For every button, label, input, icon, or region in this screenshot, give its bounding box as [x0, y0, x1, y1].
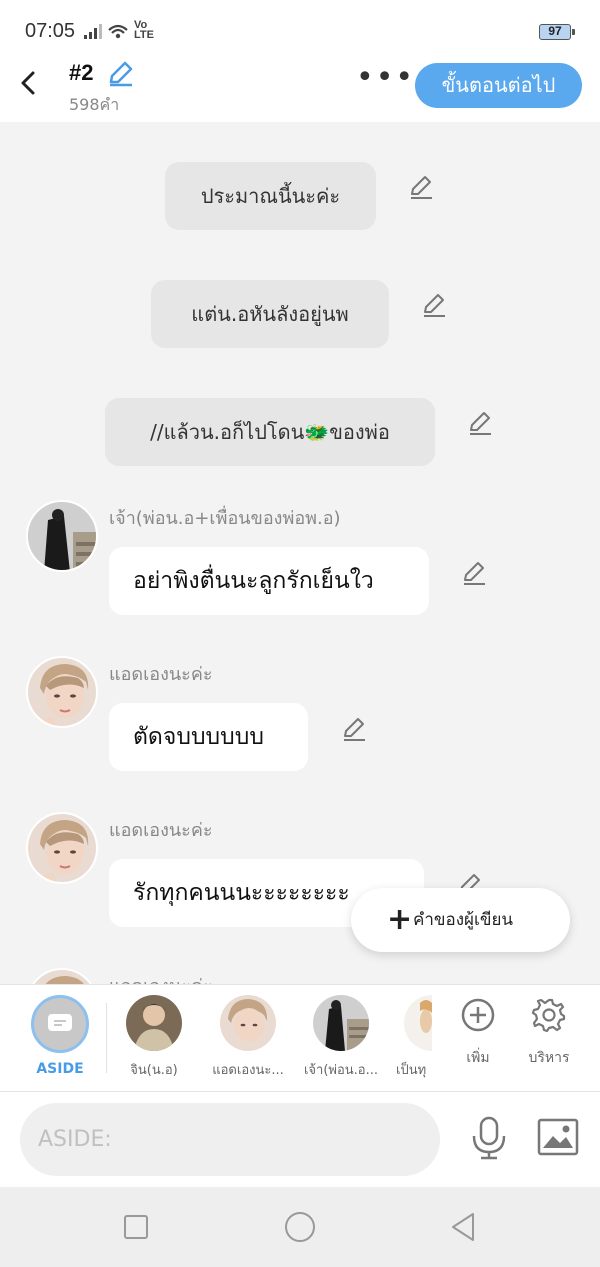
- character-avatar: [404, 995, 432, 1051]
- avatar-image: [28, 970, 96, 984]
- speaker-name: แอดเองนะค่ะ: [109, 820, 213, 841]
- add-character-button[interactable]: เพิ่ม: [443, 997, 513, 1069]
- battery-icon: 97: [539, 24, 575, 40]
- back-triangle-icon[interactable]: [449, 1212, 477, 1242]
- edit-pencil-icon[interactable]: [407, 173, 435, 201]
- avatar[interactable]: [26, 656, 98, 728]
- home-icon[interactable]: [284, 1211, 316, 1243]
- chapter-title: #2: [69, 60, 94, 85]
- character-avatar: [126, 995, 182, 1051]
- signal-icon: [84, 24, 128, 39]
- input-bar: [0, 1092, 600, 1187]
- edit-title-pencil-icon[interactable]: [106, 58, 136, 88]
- aside-avatar: [31, 995, 89, 1053]
- narration-bubble[interactable]: ประมาณนี้นะค่ะ: [165, 162, 376, 230]
- add-label: เพิ่ม: [466, 1050, 490, 1066]
- avatar[interactable]: [26, 812, 98, 884]
- narration-text: แต่น.อหันลังอยู่นพ: [191, 302, 349, 326]
- manage-characters-button[interactable]: บริหาร: [514, 997, 584, 1069]
- manage-label: บริหาร: [528, 1050, 570, 1066]
- message-bubble[interactable]: ตัดจบบบบบบ: [109, 703, 308, 771]
- character-chip[interactable]: จิน(น.อ): [109, 995, 199, 1080]
- author-note-label: คำของผู้เขียน: [413, 910, 514, 930]
- microphone-icon[interactable]: [469, 1114, 509, 1162]
- avatar-image: [28, 658, 96, 726]
- recent-apps-icon[interactable]: [123, 1214, 149, 1240]
- character-avatar: [220, 995, 276, 1051]
- character-chip[interactable]: เป็นทุ: [390, 995, 432, 1080]
- edit-pencil-icon[interactable]: [460, 559, 488, 587]
- back-arrow-icon[interactable]: [14, 68, 44, 98]
- image-icon[interactable]: [537, 1118, 579, 1156]
- avatar-image: [28, 502, 96, 570]
- message-text: อย่าพิงตื่นนะลูกรักเย็นใว: [133, 568, 374, 594]
- chat-bubble-icon: [48, 1014, 72, 1031]
- next-step-button[interactable]: ขั้นตอนต่อไป: [415, 63, 582, 108]
- word-count: 598คำ: [69, 95, 120, 114]
- message-text: รักทุกคนนนะะะะะะะะ: [133, 880, 350, 906]
- speaker-name: เจ้า(พ่อน.อ+เพื่อนของพ่อพ.อ): [109, 508, 341, 529]
- character-label: จิน(น.อ): [130, 1063, 178, 1078]
- narration-bubble[interactable]: //แล้วน.อก็ไปโดน🐲ของพ่อ: [105, 398, 435, 466]
- divider: [106, 1003, 107, 1073]
- volte-indicator: Vo LTE: [134, 19, 154, 41]
- character-chip[interactable]: แอดเองนะ...: [203, 995, 293, 1080]
- message-bubble[interactable]: อย่าพิงตื่นนะลูกรักเย็นใว: [109, 547, 429, 615]
- message-text: ตัดจบบบบบบ: [133, 724, 264, 750]
- speaker-name: แอดเองนะค่ะ: [109, 664, 213, 685]
- character-chip[interactable]: เจ้า(พ่อน.อ...: [296, 995, 386, 1080]
- avatar[interactable]: [26, 968, 98, 984]
- more-options-icon[interactable]: •••: [356, 63, 415, 93]
- status-time: 07:05: [25, 20, 76, 42]
- character-aside[interactable]: ASIDE: [15, 995, 105, 1077]
- edit-pencil-icon[interactable]: [340, 715, 368, 743]
- character-bar: ASIDE จิน(น.อ) แอดเองนะ... เจ้า(พ่อน.อ..…: [0, 984, 600, 1092]
- character-label: เจ้า(พ่อน.อ...: [303, 1063, 379, 1078]
- character-avatar: [313, 995, 369, 1051]
- message-input[interactable]: [20, 1103, 440, 1176]
- status-bar: 07:05 Vo LTE 97: [0, 0, 600, 60]
- narration-text: //แล้วน.อก็ไปโดน🐲ของพ่อ: [150, 420, 390, 444]
- author-note-button[interactable]: + คำของผู้เขียน: [351, 888, 570, 952]
- narration-bubble[interactable]: แต่น.อหันลังอยู่นพ: [151, 280, 389, 348]
- edit-pencil-icon[interactable]: [420, 291, 448, 319]
- edit-pencil-icon[interactable]: [466, 409, 494, 437]
- chat-area: ประมาณนี้นะค่ะ แต่น.อหันลังอยู่นพ //แล้ว…: [0, 122, 600, 984]
- character-label: เป็นทุ: [396, 1063, 427, 1078]
- speaker-name: แอดเองนะค่ะ: [109, 971, 213, 984]
- avatar-image: [28, 814, 96, 882]
- system-nav-bar: [0, 1187, 600, 1267]
- character-label: แอดเองนะ...: [212, 1063, 284, 1078]
- character-label: ASIDE: [36, 1061, 84, 1077]
- gear-icon: [531, 998, 566, 1033]
- avatar[interactable]: [26, 500, 98, 572]
- narration-text: ประมาณนี้นะค่ะ: [200, 184, 341, 208]
- plus-icon: +: [387, 902, 413, 937]
- top-header: #2 598คำ ••• ขั้นตอนต่อไป: [0, 60, 600, 122]
- add-circle-icon: [461, 998, 495, 1032]
